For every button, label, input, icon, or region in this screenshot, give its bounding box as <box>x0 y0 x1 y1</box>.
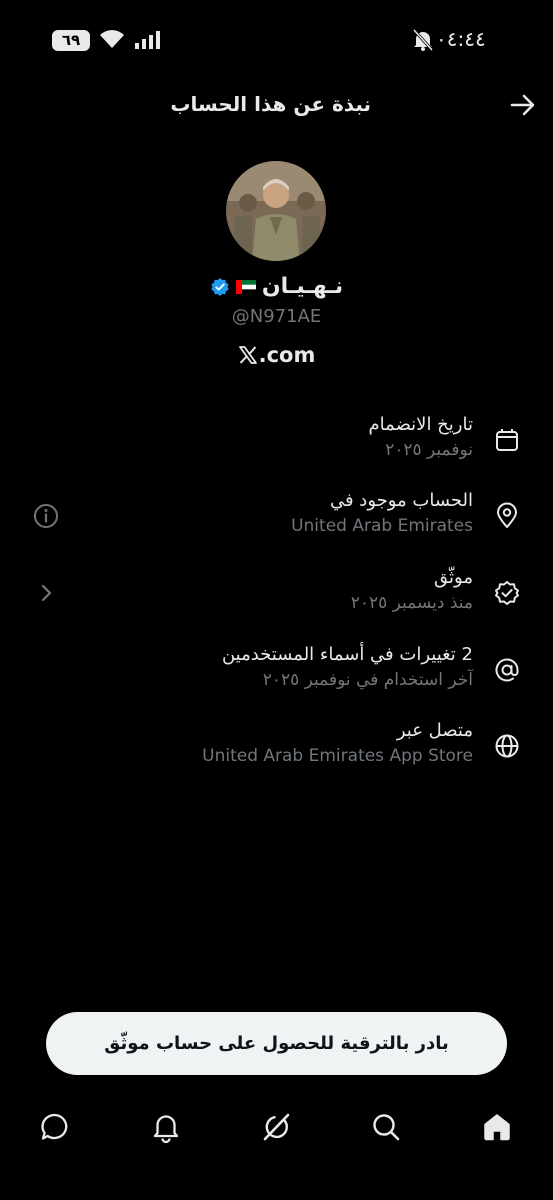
info-subtitle: United Arab Emirates App Store <box>202 746 473 766</box>
info-text: الحساب موجود في United Arab Emirates <box>291 490 473 536</box>
wifi-icon <box>100 30 124 48</box>
info-row-location: الحساب موجود في United Arab Emirates <box>0 490 553 550</box>
at-sign-icon <box>495 658 519 682</box>
nav-home-button[interactable] <box>480 1110 514 1144</box>
info-subtitle: United Arab Emirates <box>291 516 473 536</box>
info-text: متصل عبر United Arab Emirates App Store <box>202 720 473 766</box>
verified-badge-icon[interactable] <box>210 277 230 297</box>
info-title: 2 تغييرات في أسماء المستخدمين <box>221 644 473 665</box>
location-pin-icon <box>497 502 517 528</box>
info-title: تاريخ الانضمام <box>368 414 473 435</box>
home-icon <box>484 1114 510 1141</box>
back-button[interactable] <box>506 90 540 120</box>
info-title: متصل عبر <box>396 720 473 741</box>
avatar-photo <box>226 161 326 261</box>
search-icon <box>373 1114 400 1141</box>
display-name: نـهـيـان <box>261 274 344 299</box>
info-title: الحساب موجود في <box>329 490 473 511</box>
info-row-verified[interactable]: موثّق منذ ديسمبر ٢٠٢٥ <box>0 567 553 627</box>
uae-flag-icon <box>235 279 256 294</box>
upgrade-verified-button[interactable]: بادر بالترقية للحصول على حساب موثّق <box>46 1012 507 1075</box>
info-text: 2 تغييرات في أسماء المستخدمين آخر استخدا… <box>222 644 473 690</box>
info-subtitle: نوفمبر ٢٠٢٥ <box>385 440 473 460</box>
nav-messages-button[interactable] <box>38 1110 72 1144</box>
chevron-right-icon[interactable] <box>32 579 60 607</box>
calendar-icon <box>496 429 518 451</box>
nav-notifications-button[interactable] <box>149 1110 183 1144</box>
info-row-username-changes: 2 تغييرات في أسماء المستخدمين آخر استخدا… <box>0 644 553 704</box>
username-handle: @N971AE <box>231 306 322 327</box>
x-com-link[interactable]: .com <box>0 343 553 367</box>
info-row-connected-via: متصل عبر United Arab Emirates App Store <box>0 720 553 780</box>
grok-icon <box>263 1113 290 1141</box>
info-row-join-date: تاريخ الانضمام نوفمبر ٢٠٢٥ <box>0 414 553 474</box>
nav-grok-button[interactable] <box>259 1110 293 1144</box>
bottom-nav <box>0 1100 553 1155</box>
nav-search-button[interactable] <box>369 1110 403 1144</box>
info-text: موثّق منذ ديسمبر ٢٠٢٥ <box>351 567 473 613</box>
x-logo-icon <box>238 346 257 364</box>
page-title: نبذة عن هذا الحساب <box>170 92 371 116</box>
name-row: نـهـيـان <box>0 274 553 299</box>
clock: ٠٤:٤٤ <box>436 27 486 51</box>
avatar[interactable] <box>226 161 326 261</box>
info-circle-icon[interactable] <box>32 502 60 530</box>
info-subtitle: منذ ديسمبر ٢٠٢٥ <box>350 593 473 613</box>
bell-icon <box>153 1115 179 1144</box>
verified-badge-outline-icon <box>495 581 519 605</box>
info-title: موثّق <box>434 567 473 588</box>
battery-indicator: ٦٩ <box>52 30 90 51</box>
status-bar: ٦٩ ٠٤:٤٤ <box>0 0 553 80</box>
globe-icon <box>495 734 519 758</box>
signal-icon <box>135 31 160 49</box>
arrow-right-icon <box>510 94 535 116</box>
chat-bubble-icon <box>41 1113 68 1140</box>
x-com-text: .com <box>258 343 316 367</box>
info-subtitle: آخر استخدام في نوفمبر ٢٠٢٥ <box>262 670 473 690</box>
mute-bell-icon <box>412 28 434 52</box>
info-text: تاريخ الانضمام نوفمبر ٢٠٢٥ <box>369 414 473 460</box>
